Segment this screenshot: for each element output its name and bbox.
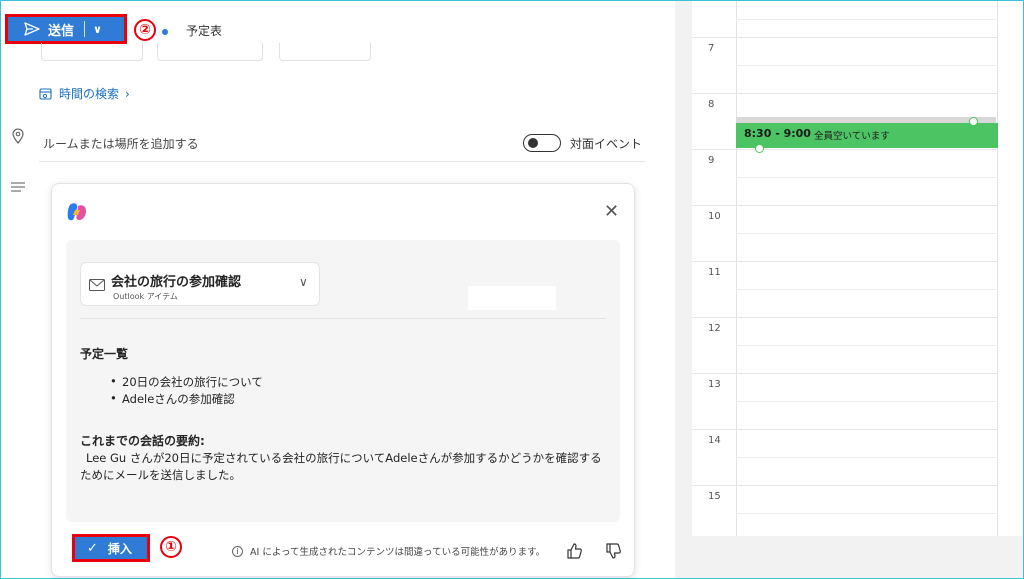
in-person-label: 対面イベント (570, 137, 643, 151)
event-time: 8:30 - 9:00 (744, 127, 811, 140)
hour-label: 12 (708, 323, 721, 334)
hour-label: 14 (708, 435, 721, 446)
send-button[interactable]: 送信 ∨ (5, 14, 127, 44)
pane-divider (675, 1, 692, 578)
half-hour-line (736, 513, 998, 514)
half-hour-line (736, 345, 998, 346)
list-item: Adeleさんの参加確認 (110, 391, 263, 408)
blank-placeholder (468, 286, 556, 310)
calendar-footer (692, 536, 1023, 578)
thumbs-down-icon[interactable] (605, 542, 623, 560)
hour-line (692, 373, 998, 374)
toolbar: 送信 ∨ ② 予定表 (1, 1, 675, 61)
calendar-pane: 7 8 9 10 11 12 13 14 15 8:30 - 9:00 全員空い… (692, 1, 1023, 578)
hour-label: 10 (708, 211, 721, 222)
summary-title: これまでの会話の要約: (80, 434, 205, 448)
compose-pane: 送信 ∨ ② 予定表 時間の検索 › ルームまたは場所を追加する 対面イベント … (1, 1, 675, 578)
resize-handle-top[interactable] (969, 117, 978, 126)
hour-line (692, 485, 998, 486)
hour-line (692, 429, 998, 430)
in-person-toggle[interactable] (523, 134, 561, 152)
text-align-icon (11, 182, 25, 192)
hour-line (692, 149, 998, 150)
half-hour-line (736, 401, 998, 402)
copilot-content: 会社の旅行の参加確認 Outlook アイテム ∨ 予定一覧 20日の会社の旅行… (66, 240, 620, 522)
calendar-search-icon (39, 87, 52, 100)
half-hour-line (736, 177, 998, 178)
divider (80, 318, 606, 319)
agenda-title: 予定一覧 (80, 347, 129, 361)
half-hour-line (736, 65, 998, 66)
proposed-event[interactable]: 8:30 - 9:00 全員空いています (736, 123, 998, 148)
hour-line (692, 205, 998, 206)
time-column-border (736, 1, 737, 536)
half-hour-line (736, 19, 998, 20)
insert-label: 挿入 (107, 541, 132, 556)
mail-icon (89, 279, 105, 291)
chevron-down-icon[interactable]: ∨ (93, 23, 102, 36)
calendar-label[interactable]: 予定表 (186, 22, 222, 39)
hour-line (692, 37, 998, 38)
hour-label: 11 (708, 267, 721, 278)
send-icon (24, 22, 40, 36)
hour-line (692, 261, 998, 262)
hour-line (692, 317, 998, 318)
calendar-color-dot (162, 29, 168, 35)
hour-label: 9 (708, 155, 715, 166)
location-pin-icon (12, 128, 24, 144)
step-badge-1: ① (160, 536, 182, 558)
date-field[interactable] (41, 43, 143, 61)
location-underline (39, 161, 645, 162)
half-hour-line (736, 457, 998, 458)
day-grid[interactable]: 7 8 9 10 11 12 13 14 15 8:30 - 9:00 全員空い… (692, 1, 998, 536)
hour-label: 7 (708, 43, 715, 54)
send-separator (84, 21, 86, 37)
hour-line (692, 93, 998, 94)
hour-label: 13 (708, 379, 721, 390)
end-time-field[interactable] (279, 43, 371, 61)
checkmark-icon: ✓ (87, 540, 98, 556)
time-search-label: 時間の検索 (59, 87, 120, 101)
event-text: 全員空いています (814, 131, 890, 142)
reference-subtitle: Outlook アイテム (113, 292, 178, 301)
list-item: 20日の会社の旅行について (110, 374, 263, 391)
disclaimer-text: AI によって生成されたコンテンツは間違っている可能性があります。 (250, 547, 546, 558)
copilot-card: ✕ 会社の旅行の参加確認 Outlook アイテム ∨ 予定一覧 20日の会社の… (51, 183, 635, 577)
half-hour-line (736, 233, 998, 234)
hour-label: 15 (708, 491, 721, 502)
agenda-list: 20日の会社の旅行について Adeleさんの参加確認 (110, 374, 263, 408)
summary-text: Lee Gu さんが20日に予定されている会社の旅行についてAdeleさんが参加… (80, 451, 602, 482)
copilot-logo-icon (67, 203, 86, 221)
reference-title: 会社の旅行の参加確認 (111, 275, 242, 290)
time-search-link[interactable]: 時間の検索 › (39, 85, 130, 102)
thumbs-up-icon[interactable] (566, 542, 584, 560)
time-field[interactable] (157, 43, 263, 61)
chevron-right-icon: › (125, 86, 130, 101)
toggle-knob (528, 138, 538, 148)
send-label: 送信 (48, 23, 75, 39)
chevron-down-icon[interactable]: ∨ (299, 275, 308, 289)
step-badge-2: ② (134, 19, 156, 41)
resize-handle-bottom[interactable] (755, 144, 764, 153)
location-input[interactable]: ルームまたは場所を追加する (43, 135, 199, 152)
reference-item[interactable]: 会社の旅行の参加確認 Outlook アイテム ∨ (80, 262, 320, 306)
hour-label: 8 (708, 99, 715, 110)
close-icon[interactable]: ✕ (604, 202, 619, 222)
info-icon: i (232, 545, 243, 557)
half-hour-line (736, 289, 998, 290)
insert-button[interactable]: ✓ 挿入 (72, 534, 150, 562)
ai-disclaimer: i AI によって生成されたコンテンツは間違っている可能性があります。 (232, 544, 545, 558)
